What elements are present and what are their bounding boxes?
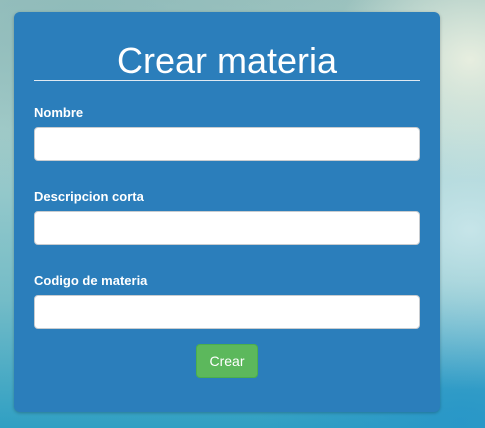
- crear-button[interactable]: Crear: [196, 344, 258, 378]
- form-title: Crear materia: [116, 40, 338, 81]
- descripcion-corta-label: Descripcion corta: [34, 189, 144, 204]
- nombre-input[interactable]: [34, 127, 420, 161]
- nombre-label: Nombre: [34, 105, 84, 120]
- create-subject-form: Crear materia Nombre Descripcion corta C…: [14, 12, 440, 412]
- codigo-de-materia-input[interactable]: [34, 295, 420, 329]
- title-divider: [34, 80, 420, 81]
- codigo-de-materia-label: Codigo de materia: [34, 273, 148, 288]
- descripcion-corta-input[interactable]: [34, 211, 420, 245]
